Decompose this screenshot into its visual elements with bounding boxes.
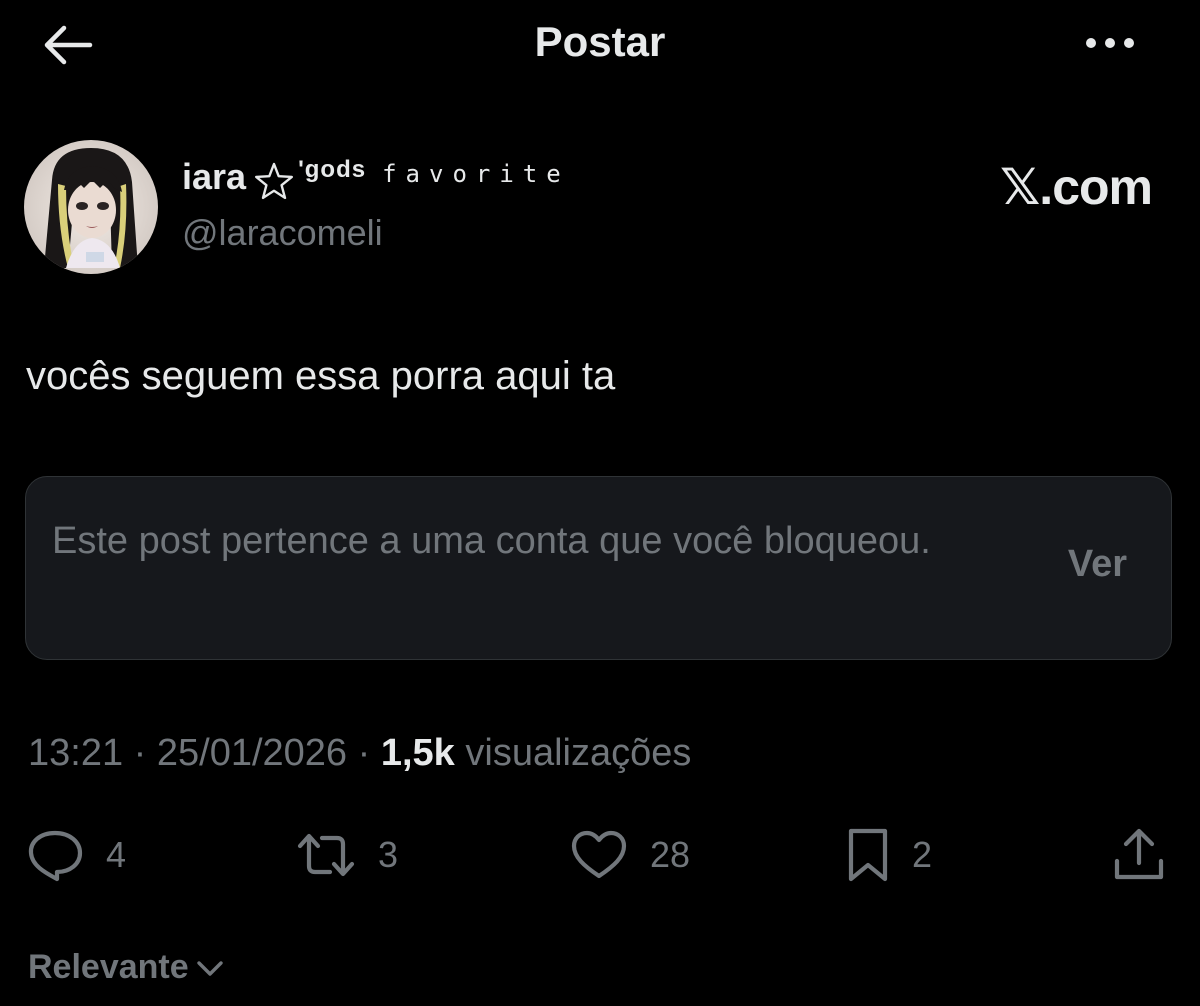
post-meta: 13:21 · 25/01/2026 · 1,5k visualizações — [28, 732, 691, 775]
star-outline-icon — [255, 162, 294, 200]
bookmark-button[interactable]: 2 — [846, 820, 932, 890]
chevron-down-icon — [196, 960, 223, 976]
share-button[interactable] — [1112, 820, 1166, 890]
reply-count: 4 — [106, 834, 127, 875]
post-time[interactable]: 13:21 — [28, 732, 123, 774]
display-name-decoration-b: favorite — [382, 160, 570, 188]
sort-replies-button[interactable]: Relevante — [28, 948, 225, 987]
views-label: visualizações — [465, 732, 692, 774]
avatar[interactable] — [24, 140, 158, 274]
view-blocked-post-button[interactable]: Ver — [1068, 543, 1127, 586]
avatar-image — [24, 140, 158, 274]
reply-icon — [28, 830, 83, 882]
sort-label: Relevante — [28, 948, 189, 986]
views-count: 1,5k — [380, 732, 455, 774]
more-options-button[interactable] — [1078, 20, 1142, 66]
repost-button[interactable]: 3 — [296, 820, 398, 890]
bookmark-icon — [848, 828, 888, 882]
display-name-decoration-a: 'gods — [298, 156, 367, 183]
like-count: 28 — [650, 834, 691, 875]
meta-separator: · — [133, 732, 147, 774]
like-button[interactable]: 28 — [570, 820, 690, 890]
heart-icon — [571, 830, 627, 879]
post-text: vocês seguem essa porra aqui ta — [26, 354, 616, 398]
repost-count: 3 — [378, 834, 399, 875]
blocked-post-card: Este post pertence a uma conta que você … — [25, 476, 1172, 660]
post-date[interactable]: 25/01/2026 — [157, 732, 347, 774]
repost-icon — [297, 833, 355, 877]
blocked-post-notice: Este post pertence a uma conta que você … — [52, 520, 931, 562]
x-watermark: 𝕏.com — [1000, 159, 1153, 215]
author-handle[interactable]: @laracomeli — [182, 212, 383, 254]
action-bar: 4 3 28 2 — [0, 820, 1200, 890]
bookmark-count: 2 — [912, 834, 933, 875]
meta-separator: · — [357, 732, 371, 774]
top-bar: Postar — [0, 0, 1200, 90]
share-icon — [1114, 828, 1164, 880]
more-horizontal-icon — [1086, 38, 1134, 48]
display-name[interactable]: iara 'gods favorite — [182, 152, 570, 202]
display-name-text: iara — [182, 156, 247, 197]
reply-button[interactable]: 4 — [26, 820, 126, 890]
page-title: Postar — [534, 18, 666, 65]
